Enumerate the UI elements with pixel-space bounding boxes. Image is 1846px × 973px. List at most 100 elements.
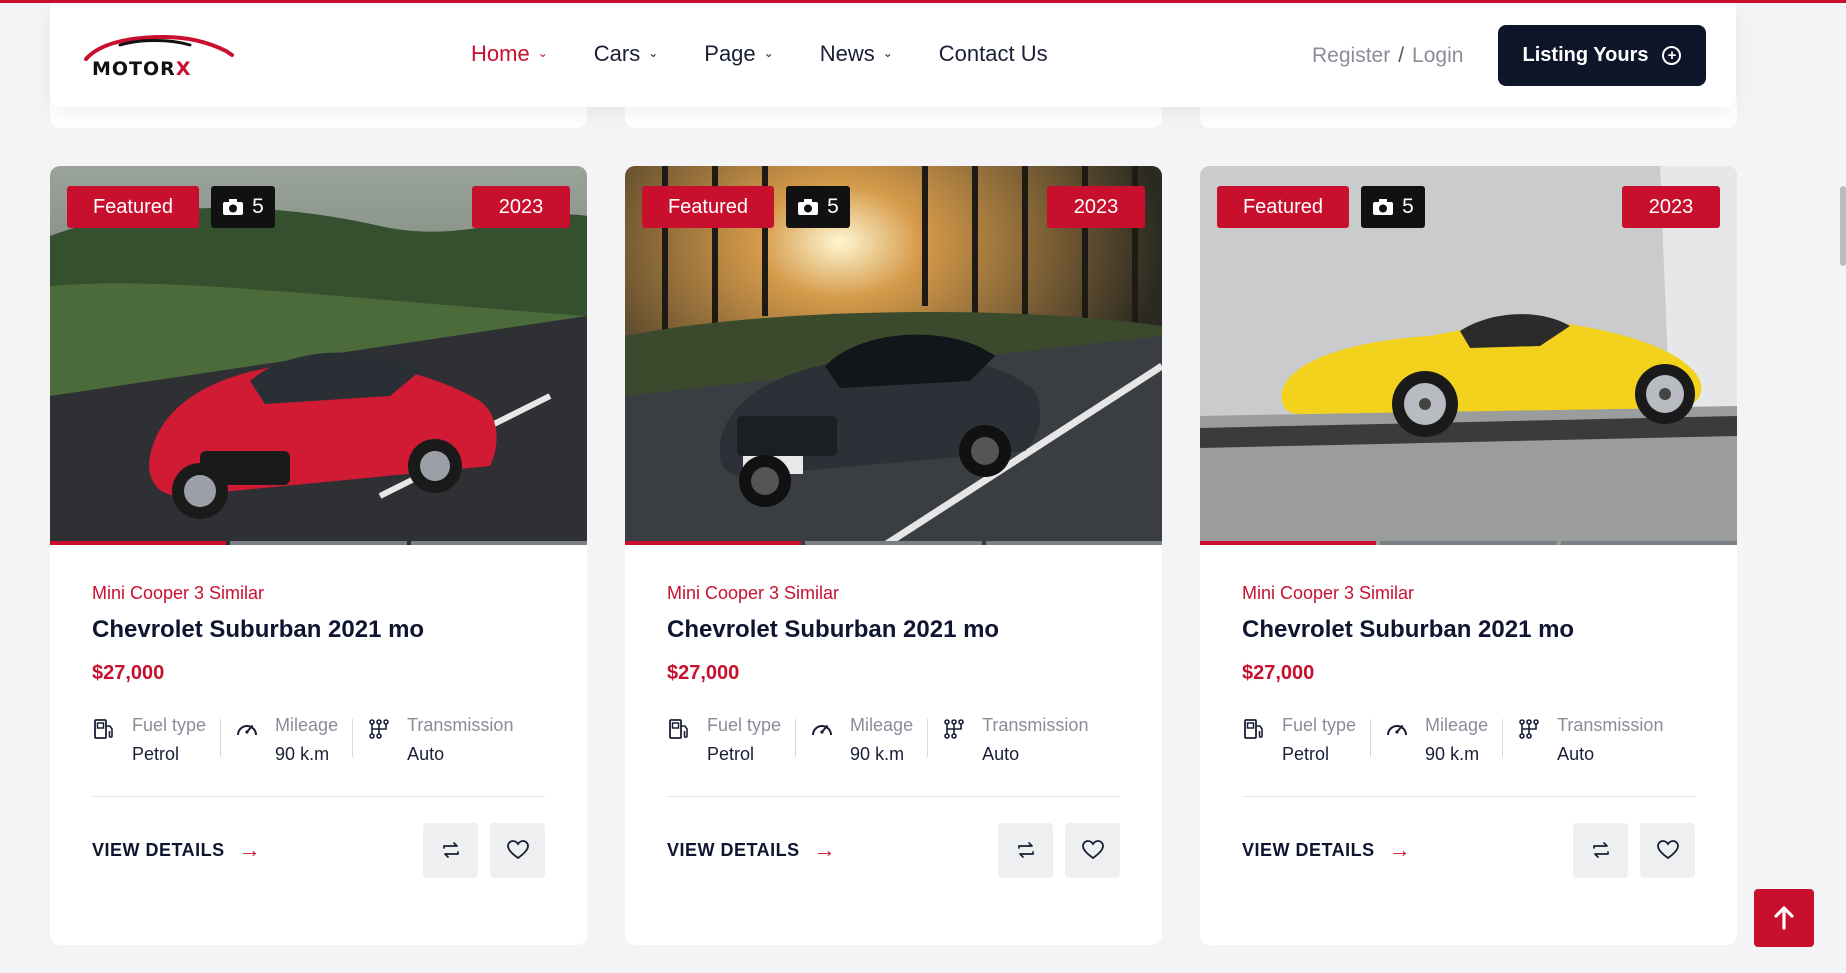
compare-arrows-icon xyxy=(1017,842,1034,858)
spec-label: Fuel type xyxy=(132,715,207,735)
chevron-down-icon: ⌄ xyxy=(537,46,548,60)
slider-segment[interactable] xyxy=(1560,541,1737,545)
view-details-link[interactable]: VIEW DETAILS → xyxy=(92,837,261,863)
gearbox-icon xyxy=(1519,719,1539,739)
view-details-label: VIEW DETAILS xyxy=(92,839,225,860)
car-image[interactable]: Featured 5 2023 xyxy=(625,166,1162,545)
card-body: Mini Cooper 3 Similar Chevrolet Suburban… xyxy=(1200,583,1737,878)
camera-icon xyxy=(1373,199,1394,215)
slider-segment[interactable] xyxy=(410,541,587,545)
spec-value: Auto xyxy=(407,744,445,764)
card-subtitle[interactable]: Mini Cooper 3 Similar xyxy=(92,583,545,604)
spec-label: Transmission xyxy=(982,715,1089,735)
spec-label: Mileage xyxy=(275,715,339,735)
heart-icon xyxy=(1656,840,1679,860)
card-title[interactable]: Chevrolet Suburban 2021 mo xyxy=(92,616,545,644)
spec-divider xyxy=(352,719,354,757)
spec-fuel: Fuel type Petrol xyxy=(1242,715,1356,765)
slider-segment[interactable] xyxy=(805,541,982,545)
spec-label: Fuel type xyxy=(707,715,782,735)
nav-item-label: Page xyxy=(704,41,756,66)
card-actions xyxy=(423,822,545,878)
spec-divider xyxy=(795,719,797,757)
car-image[interactable]: Featured 5 2023 xyxy=(1200,166,1737,545)
register-link[interactable]: Register xyxy=(1312,44,1390,68)
slider-segment[interactable] xyxy=(625,541,802,545)
spec-mileage: Mileage 90 k.m xyxy=(810,715,913,765)
slider-segment[interactable] xyxy=(985,541,1162,545)
featured-badge: Featured xyxy=(67,186,199,228)
card-title[interactable]: Chevrolet Suburban 2021 mo xyxy=(1242,616,1695,644)
nav-item-home[interactable]: Home ⌄ xyxy=(471,41,548,67)
spec-transmission: Transmission Auto xyxy=(367,715,513,765)
spec-mileage: Mileage 90 k.m xyxy=(235,715,338,765)
nav-item-label: Contact Us xyxy=(938,41,1048,66)
image-slider-indicator xyxy=(625,541,1162,545)
spec-value: Auto xyxy=(1557,744,1595,764)
fuel-icon xyxy=(1244,719,1263,739)
nav-item-news[interactable]: News ⌄ xyxy=(820,41,893,67)
listing-yours-button[interactable]: Listing Yours + xyxy=(1498,25,1706,86)
nav-item-label: News xyxy=(819,41,875,66)
photo-count-badge[interactable]: 5 xyxy=(1361,186,1425,228)
view-details-label: VIEW DETAILS xyxy=(667,839,800,860)
featured-badge: Featured xyxy=(642,186,774,228)
spec-transmission: Transmission Auto xyxy=(942,715,1088,765)
chevron-down-icon: ⌄ xyxy=(763,46,774,60)
card-subtitle[interactable]: Mini Cooper 3 Similar xyxy=(1242,583,1695,604)
heart-icon xyxy=(1081,840,1104,860)
speedometer-icon xyxy=(237,725,258,736)
spec-divider xyxy=(927,719,929,757)
page-scrollbar[interactable] xyxy=(1840,186,1846,266)
view-details-link[interactable]: VIEW DETAILS → xyxy=(667,837,836,863)
spec-label: Mileage xyxy=(850,715,914,735)
card-price: $27,000 xyxy=(1242,662,1315,684)
slider-segment[interactable] xyxy=(50,541,227,545)
spec-label: Transmission xyxy=(1557,715,1664,735)
card-subtitle[interactable]: Mini Cooper 3 Similar xyxy=(667,583,1120,604)
photo-count-badge[interactable]: 5 xyxy=(211,186,275,228)
spec-fuel: Fuel type Petrol xyxy=(667,715,781,765)
spec-value: Petrol xyxy=(707,744,755,764)
scroll-to-top-button[interactable] xyxy=(1754,889,1814,947)
car-listing-card: Featured 5 2023 Mini Cooper 3 Similar Ch… xyxy=(1200,166,1737,945)
nav-item-page[interactable]: Page ⌄ xyxy=(704,41,773,67)
arrow-right-icon: → xyxy=(813,837,837,862)
site-header: MOTORX Home ⌄ Cars ⌄ Page ⌄ News ⌄ Conta… xyxy=(50,3,1736,107)
wishlist-button[interactable] xyxy=(1065,822,1120,878)
card-body: Mini Cooper 3 Similar Chevrolet Suburban… xyxy=(50,583,587,878)
card-body: Mini Cooper 3 Similar Chevrolet Suburban… xyxy=(625,583,1162,878)
card-actions xyxy=(1573,822,1695,878)
car-image[interactable]: Featured 5 2023 xyxy=(50,166,587,545)
compare-button[interactable] xyxy=(423,822,478,878)
slider-segment[interactable] xyxy=(1380,541,1557,545)
wishlist-button[interactable] xyxy=(1640,822,1695,878)
card-title[interactable]: Chevrolet Suburban 2021 mo xyxy=(667,616,1120,644)
logo[interactable]: MOTORX xyxy=(80,29,240,81)
spec-label: Fuel type xyxy=(1282,715,1357,735)
speedometer-icon xyxy=(1387,725,1408,736)
photo-count: 5 xyxy=(827,195,839,218)
wishlist-button[interactable] xyxy=(490,822,545,878)
speedometer-icon xyxy=(812,725,833,736)
gearbox-icon xyxy=(369,719,389,739)
nav-item-contact-us[interactable]: Contact Us xyxy=(939,41,1048,67)
featured-badge: Featured xyxy=(1217,186,1349,228)
main-nav: Home ⌄ Cars ⌄ Page ⌄ News ⌄ Contact Us xyxy=(471,41,1094,67)
login-link[interactable]: Login xyxy=(1412,44,1463,68)
chevron-down-icon: ⌄ xyxy=(648,46,659,60)
card-price: $27,000 xyxy=(92,662,165,684)
nav-item-label: Cars xyxy=(593,41,641,66)
photo-count-badge[interactable]: 5 xyxy=(786,186,850,228)
compare-button[interactable] xyxy=(1573,822,1628,878)
nav-item-cars[interactable]: Cars ⌄ xyxy=(594,41,659,67)
arrow-up-icon xyxy=(1774,906,1794,930)
image-slider-indicator xyxy=(1200,541,1737,545)
plus-circle-icon: + xyxy=(1662,46,1682,65)
view-details-link[interactable]: VIEW DETAILS → xyxy=(1242,837,1411,863)
spec-row: Fuel type Petrol Mileage 90 k.m Transmis… xyxy=(1242,715,1695,765)
slider-segment[interactable] xyxy=(230,541,407,545)
year-badge: 2023 xyxy=(1622,186,1720,228)
slider-segment[interactable] xyxy=(1200,541,1377,545)
compare-button[interactable] xyxy=(998,822,1053,878)
